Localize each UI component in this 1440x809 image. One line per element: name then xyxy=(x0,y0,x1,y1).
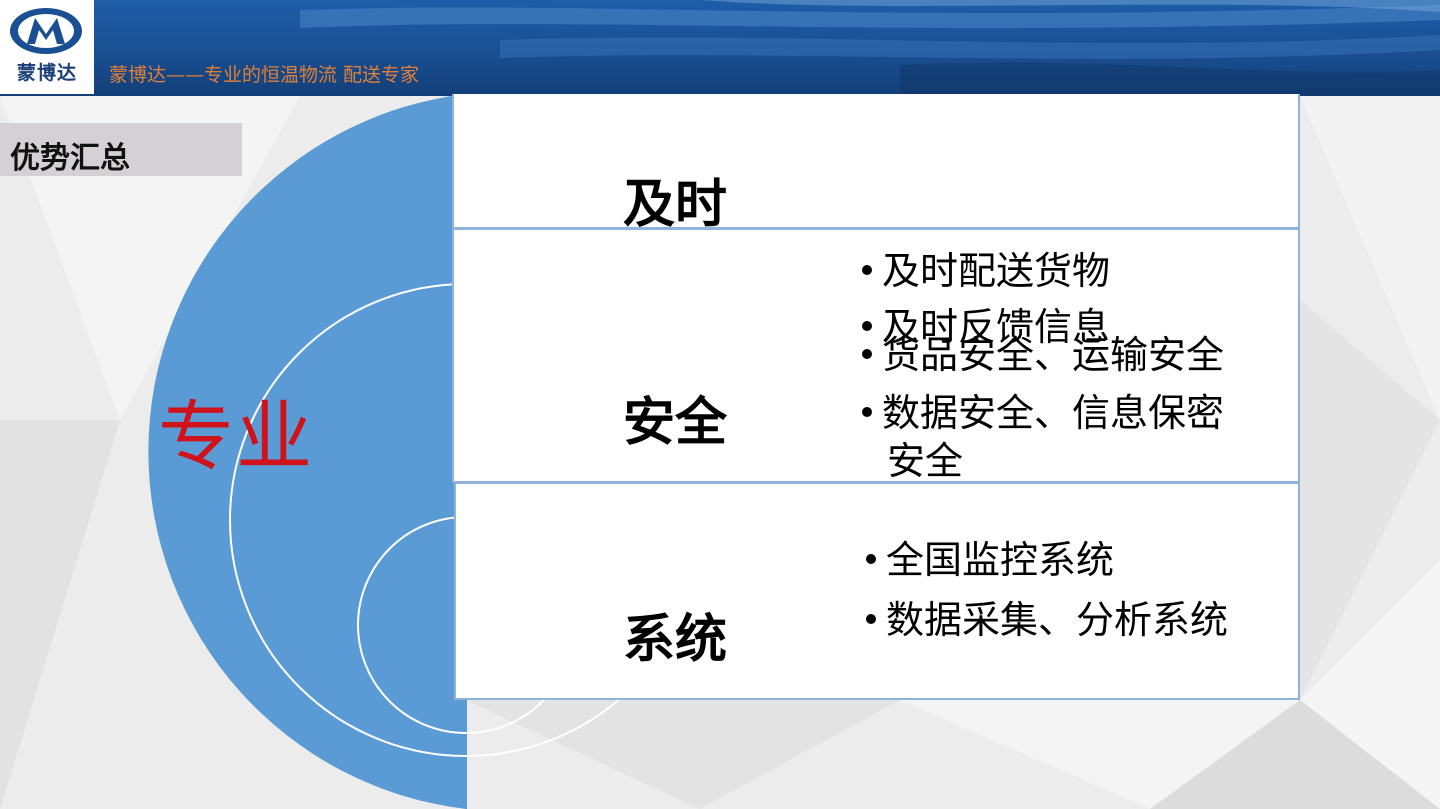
panel-system xyxy=(454,482,1300,700)
bullet-icon xyxy=(862,264,872,275)
bullet-item: 全国监控系统 xyxy=(866,541,1114,579)
bullet-icon xyxy=(862,406,872,417)
panel-timely xyxy=(452,94,1300,229)
panel-title-system: 系统 xyxy=(623,610,728,670)
bullet-item: 及时配送货物 xyxy=(862,252,1110,290)
section-tag: 优势汇总 xyxy=(0,123,242,176)
logo-text: 蒙博达 xyxy=(16,62,77,84)
bullet-icon xyxy=(862,348,872,359)
bullet-item: 数据安全、信息保密 xyxy=(862,394,1224,432)
bullet-item: 数据采集、分析系统 xyxy=(866,601,1228,639)
panel-title-safety: 安全 xyxy=(623,393,728,453)
bullet-item: 货品安全、运输安全 xyxy=(862,336,1224,374)
bullet-icon xyxy=(866,553,876,564)
header-slogan: 蒙博达——专业的恒温物流 配送专家 xyxy=(109,64,420,86)
center-word: 专业 xyxy=(158,392,314,481)
bullet-icon xyxy=(862,320,872,331)
bullet-continuation: 安全 xyxy=(887,439,964,483)
panel-title-timely: 及时 xyxy=(623,175,728,235)
bullet-icon xyxy=(866,613,876,624)
logo-icon xyxy=(10,8,82,54)
section-title: 优势汇总 xyxy=(10,141,130,176)
company-logo: 蒙博达 xyxy=(0,0,94,94)
